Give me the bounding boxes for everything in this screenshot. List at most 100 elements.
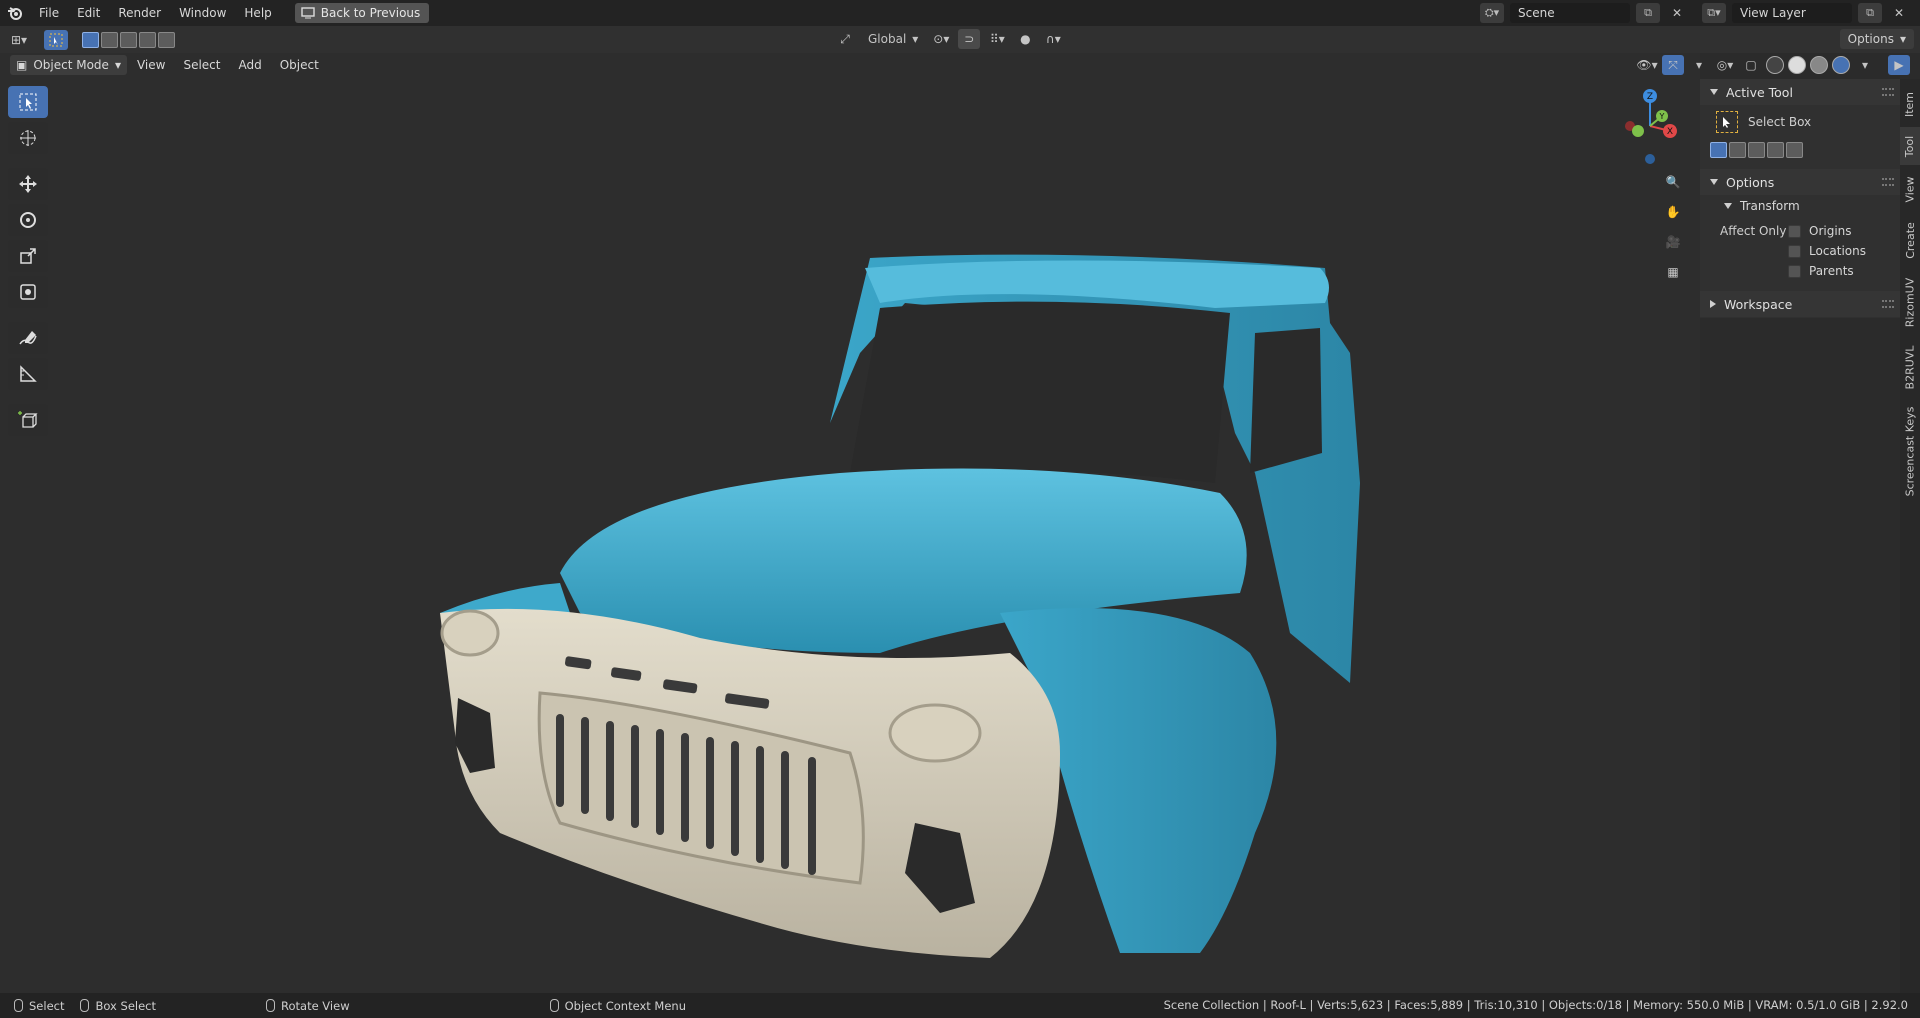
gizmo-neg-z[interactable] [1645, 154, 1655, 164]
xray-icon[interactable]: ▢ [1740, 55, 1762, 75]
panel-mode-extend-icon[interactable] [1729, 142, 1746, 158]
status-context: Object Context Menu [549, 999, 686, 1013]
menu-render[interactable]: Render [109, 2, 170, 24]
3d-viewport[interactable] [0, 53, 1700, 993]
visibility-icon[interactable]: 👁▾ [1636, 55, 1658, 75]
transform-subpanel-header[interactable]: Transform [1700, 195, 1900, 217]
proportional-edit-icon[interactable]: ● [1014, 29, 1036, 49]
options-panel-header[interactable]: Options [1700, 169, 1900, 195]
delete-view-layer-icon[interactable]: ✕ [1888, 3, 1910, 23]
solid-shading-icon[interactable] [1788, 56, 1806, 74]
grid-perspective-icon[interactable]: ▦ [1660, 259, 1686, 285]
status-select-label: Select [29, 998, 65, 1013]
navigation-gizmo[interactable]: Z X Y [1610, 86, 1690, 166]
tab-tool[interactable]: Tool [1900, 127, 1920, 165]
panel-mode-intersect-icon[interactable] [1786, 142, 1803, 158]
mode-extend-icon[interactable] [101, 31, 118, 48]
pan-hand-icon[interactable]: ✋ [1660, 199, 1686, 225]
select-tool-icon[interactable] [44, 29, 68, 50]
locations-checkbox[interactable] [1788, 244, 1801, 258]
drag-grip-icon[interactable] [1882, 300, 1894, 308]
mouse-drag-icon [80, 999, 90, 1012]
gizmo-toggle-icon[interactable]: ⤧ [1662, 55, 1684, 75]
mode-set-icon[interactable] [82, 31, 99, 48]
tab-create[interactable]: Create [1900, 213, 1920, 267]
orientation-icon[interactable]: ⤢ [834, 29, 856, 49]
tab-screencast-keys[interactable]: Screencast Keys [1900, 401, 1920, 501]
new-view-layer-icon[interactable]: ⧉ [1858, 3, 1882, 23]
workspace-panel-header[interactable]: Workspace [1700, 291, 1900, 317]
origins-checkbox[interactable] [1788, 224, 1801, 238]
mode-intersect-icon[interactable] [158, 31, 175, 48]
tab-screencast-keys-label: Screencast Keys [1903, 406, 1917, 496]
gizmo-neg-y[interactable] [1632, 125, 1644, 137]
tool-transform[interactable] [8, 276, 48, 308]
vp-menu-select[interactable]: Select [175, 55, 228, 75]
gizmo-y-label: Y [1659, 112, 1665, 121]
status-rotate: Rotate View [266, 999, 350, 1013]
scene-browse-icon[interactable]: ⛭▾ [1480, 3, 1504, 23]
drag-grip-icon[interactable] [1882, 88, 1894, 96]
menu-help[interactable]: Help [235, 2, 280, 24]
active-tool-panel-header[interactable]: Active Tool [1700, 79, 1900, 105]
selection-mode-buttons[interactable] [82, 31, 175, 48]
tool-select-box[interactable] [8, 86, 48, 118]
status-bar: Select Box Select Rotate View Object Con… [0, 993, 1920, 1018]
mode-subtract-icon[interactable] [120, 31, 137, 48]
locations-checkbox-row[interactable]: Locations [1788, 241, 1866, 261]
vp-menu-object[interactable]: Object [272, 55, 327, 75]
tool-move[interactable] [8, 168, 48, 200]
panel-mode-difference-icon[interactable] [1767, 142, 1784, 158]
wireframe-shading-icon[interactable] [1766, 56, 1784, 74]
snap-increment-icon[interactable]: ⠿▾ [986, 29, 1008, 49]
snap-icon[interactable]: ⊃ [958, 29, 981, 49]
options-dropdown[interactable]: Options ▾ [1839, 29, 1914, 49]
tab-rizomuv[interactable]: RizomUV [1900, 271, 1920, 333]
view-layer-browse-icon[interactable]: ⧉▾ [1702, 3, 1726, 23]
panel-selection-mode-buttons[interactable] [1710, 139, 1900, 161]
tab-b2ruvl[interactable]: B2RUVL [1900, 337, 1920, 397]
origins-checkbox-row[interactable]: Origins [1788, 221, 1866, 241]
menu-file[interactable]: File [30, 2, 68, 24]
tab-view[interactable]: View [1900, 169, 1920, 209]
new-scene-icon[interactable]: ⧉ [1636, 3, 1660, 23]
blender-logo-icon[interactable] [0, 0, 30, 26]
vp-menu-view[interactable]: View [129, 55, 173, 75]
parents-checkbox-row[interactable]: Parents [1788, 261, 1866, 281]
material-shading-icon[interactable] [1810, 56, 1828, 74]
tool-scale[interactable] [8, 240, 48, 272]
shading-options-icon[interactable]: ▾ [1854, 55, 1876, 75]
mode-difference-icon[interactable] [139, 31, 156, 48]
overlays-icon[interactable]: ◎▾ [1714, 55, 1736, 75]
delete-scene-icon[interactable]: ✕ [1666, 3, 1688, 23]
back-to-previous-button[interactable]: Back to Previous [294, 3, 430, 23]
menu-window[interactable]: Window [170, 2, 235, 24]
play-icon[interactable]: ▶ [1888, 55, 1910, 75]
tab-item[interactable]: Item [1900, 85, 1920, 123]
tool-rotate[interactable] [8, 204, 48, 236]
zoom-icon[interactable]: 🔍 [1660, 169, 1686, 195]
vp-menu-add[interactable]: Add [230, 55, 269, 75]
panel-mode-subtract-icon[interactable] [1748, 142, 1765, 158]
drag-grip-icon[interactable] [1882, 178, 1894, 186]
scene-name-field[interactable]: Scene [1510, 3, 1630, 23]
menu-edit[interactable]: Edit [68, 2, 109, 24]
camera-icon[interactable]: 🎥 [1660, 229, 1686, 255]
tool-annotate[interactable] [8, 322, 48, 354]
editor-type-icon[interactable]: ⊞▾ [8, 30, 30, 50]
panel-mode-set-icon[interactable] [1710, 142, 1727, 158]
rendered-shading-icon[interactable] [1832, 56, 1850, 74]
falloff-icon[interactable]: ∩▾ [1042, 29, 1064, 49]
tool-cursor[interactable] [8, 122, 48, 154]
object-mode-dropdown[interactable]: ▣ Object Mode ▾ [10, 55, 127, 75]
tool-measure[interactable] [8, 358, 48, 390]
pivot-icon[interactable]: ⊙▾ [930, 29, 952, 49]
parents-checkbox[interactable] [1788, 264, 1801, 278]
tool-name-label: Select Box [1748, 115, 1812, 129]
orientation-dropdown[interactable]: Global ▾ [862, 29, 924, 49]
truck-model[interactable] [0, 53, 1700, 993]
active-tool-title: Active Tool [1726, 84, 1793, 100]
tool-add-cube[interactable] [8, 404, 48, 436]
gizmo-options-icon[interactable]: ▾ [1688, 55, 1710, 75]
view-layer-field[interactable]: View Layer [1732, 3, 1852, 23]
